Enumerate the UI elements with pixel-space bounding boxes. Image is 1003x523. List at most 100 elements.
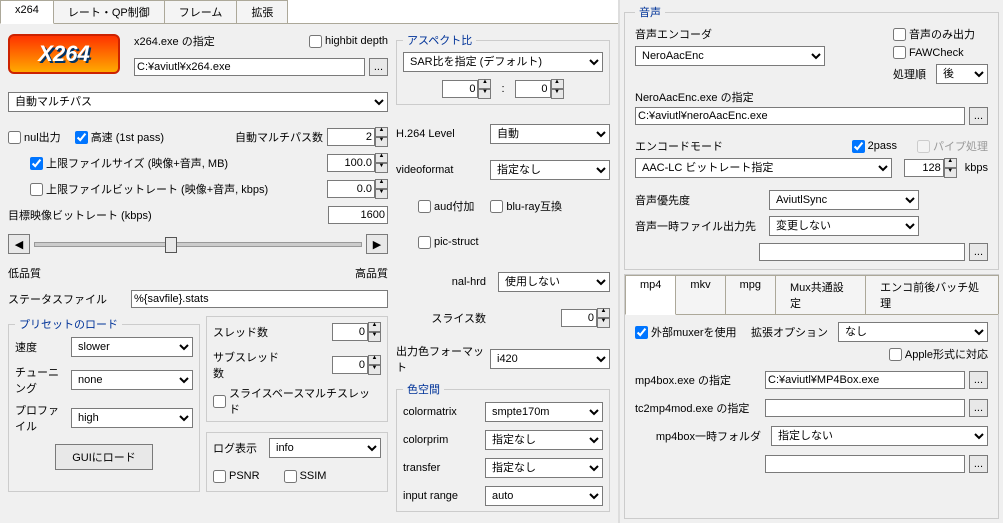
- slice-spin[interactable]: ▲▼: [597, 308, 610, 328]
- nul-check[interactable]: [8, 131, 21, 144]
- vf-label: videoformat: [396, 164, 486, 176]
- mp4box-label: mp4box.exe の指定: [635, 372, 761, 388]
- order-select[interactable]: 後: [936, 64, 988, 84]
- muxtab-batch[interactable]: エンコ前後バッチ処理: [865, 275, 999, 314]
- bd-check[interactable]: [490, 200, 503, 213]
- aspect-select[interactable]: SAR比を指定 (デフォルト): [403, 52, 603, 72]
- muxtab-mp4[interactable]: mp4: [625, 275, 676, 315]
- muxtab-common[interactable]: Mux共通設定: [775, 275, 866, 314]
- mux-tmp-browse[interactable]: ...: [969, 455, 988, 473]
- pipe-label: パイプ処理: [933, 138, 988, 154]
- colf-label: 出力色フォーマット: [396, 343, 486, 375]
- maxbit-input[interactable]: [327, 180, 375, 198]
- level-select[interactable]: 自動: [490, 124, 610, 144]
- tune-select[interactable]: none: [71, 370, 193, 390]
- aspr-spin[interactable]: ▲▼: [551, 79, 564, 99]
- colf-select[interactable]: i420: [490, 349, 610, 369]
- br-spin[interactable]: ▲▼: [944, 158, 957, 178]
- fast-check[interactable]: [75, 131, 88, 144]
- stats-input[interactable]: [131, 290, 388, 308]
- speed-select[interactable]: slower: [71, 337, 193, 357]
- audio-legend: 音声: [635, 4, 665, 20]
- slider-right-button[interactable]: ▶: [366, 234, 388, 254]
- pic-label: pic-struct: [434, 236, 479, 248]
- gui-load-button[interactable]: GUIにロード: [55, 444, 153, 470]
- aud-label: aud付加: [434, 198, 474, 214]
- encmode-label: エンコードモード: [635, 138, 723, 154]
- audio-only-check[interactable]: [893, 28, 906, 41]
- tab-x264[interactable]: x264: [0, 0, 54, 24]
- maxsize-check[interactable]: [30, 157, 43, 170]
- order-label: 処理順: [893, 66, 926, 82]
- pass-spin[interactable]: ▲▼: [375, 127, 388, 147]
- tab-rate[interactable]: レート・QP制御: [53, 0, 165, 23]
- maxbit-check[interactable]: [30, 183, 43, 196]
- slice-input[interactable]: [561, 309, 597, 327]
- ssim-check[interactable]: [284, 470, 297, 483]
- vf-select[interactable]: 指定なし: [490, 160, 610, 180]
- threads-spin[interactable]: ▲▼: [368, 322, 381, 342]
- mp4box-input[interactable]: [765, 371, 965, 389]
- aspl-spin[interactable]: ▲▼: [478, 79, 491, 99]
- stats-label: ステータスファイル: [8, 291, 107, 307]
- mux-tmp-label: mp4box一時フォルダ: [635, 428, 767, 444]
- faw-check[interactable]: [893, 46, 906, 59]
- pic-check[interactable]: [418, 236, 431, 249]
- exe-path-input[interactable]: [134, 58, 365, 76]
- extmux-check[interactable]: [635, 326, 648, 339]
- slider-left-button[interactable]: ◀: [8, 234, 30, 254]
- subthreads-label: サブスレッド数: [213, 349, 287, 381]
- cm-select[interactable]: smpte170m: [485, 402, 603, 422]
- maxsize-spin[interactable]: ▲▼: [375, 153, 388, 173]
- mux-tmp-select[interactable]: 指定しない: [771, 426, 988, 446]
- aspect-right-input[interactable]: [515, 80, 551, 98]
- psnr-check[interactable]: [213, 470, 226, 483]
- aspect-legend: アスペクト比: [403, 32, 476, 48]
- subthreads-input[interactable]: [332, 356, 368, 374]
- browse-exe-button[interactable]: ...: [369, 58, 388, 76]
- threads-label: スレッド数: [213, 324, 287, 340]
- audio-tmp-input[interactable]: [759, 243, 965, 261]
- enc-select[interactable]: NeroAacEnc: [635, 46, 825, 66]
- audio-exe-input[interactable]: [635, 107, 965, 125]
- pri-select[interactable]: AviutlSync: [769, 190, 919, 210]
- aud-check[interactable]: [418, 200, 431, 213]
- mp4box-browse[interactable]: ...: [969, 371, 988, 389]
- sliced-check[interactable]: [213, 395, 226, 408]
- pass-input[interactable]: [327, 128, 375, 146]
- br-input[interactable]: [904, 159, 944, 177]
- audio-browse-button[interactable]: ...: [969, 107, 988, 125]
- mode-select[interactable]: 自動マルチパス: [8, 92, 388, 112]
- slice-label: スライス数: [396, 310, 494, 326]
- tab-frame[interactable]: フレーム: [164, 0, 238, 23]
- cp-select[interactable]: 指定なし: [485, 430, 603, 450]
- muxtab-mkv[interactable]: mkv: [675, 275, 725, 314]
- profile-select[interactable]: high: [71, 408, 193, 428]
- nal-select[interactable]: 使用しない: [498, 272, 610, 292]
- audio-tmp-browse[interactable]: ...: [969, 243, 988, 261]
- tc2-browse[interactable]: ...: [969, 399, 988, 417]
- subthreads-spin[interactable]: ▲▼: [368, 355, 381, 375]
- 2pass-label: 2pass: [868, 140, 897, 152]
- tr-select[interactable]: 指定なし: [485, 458, 603, 478]
- bitrate-slider[interactable]: [34, 242, 362, 247]
- exe-label: x264.exe の指定: [134, 33, 215, 49]
- preset-legend: プリセットのロード: [15, 316, 122, 332]
- highbit-check[interactable]: [309, 35, 322, 48]
- aspect-left-input[interactable]: [442, 80, 478, 98]
- mux-tmp-input[interactable]: [765, 455, 965, 473]
- log-select[interactable]: info: [269, 438, 381, 458]
- 2pass-check[interactable]: [852, 140, 865, 153]
- tmp-select[interactable]: 変更しない: [769, 216, 919, 236]
- maxsize-input[interactable]: [327, 154, 375, 172]
- tab-ext[interactable]: 拡張: [236, 0, 288, 23]
- maxbit-spin[interactable]: ▲▼: [375, 179, 388, 199]
- threads-input[interactable]: [332, 323, 368, 341]
- apple-check[interactable]: [889, 348, 902, 361]
- extopt-select[interactable]: なし: [838, 322, 988, 342]
- ir-select[interactable]: auto: [485, 486, 603, 506]
- muxtab-mpg[interactable]: mpg: [725, 275, 776, 314]
- target-input[interactable]: [328, 206, 388, 224]
- tc2-input[interactable]: [765, 399, 965, 417]
- encmode-select[interactable]: AAC-LC ビットレート指定: [635, 158, 892, 178]
